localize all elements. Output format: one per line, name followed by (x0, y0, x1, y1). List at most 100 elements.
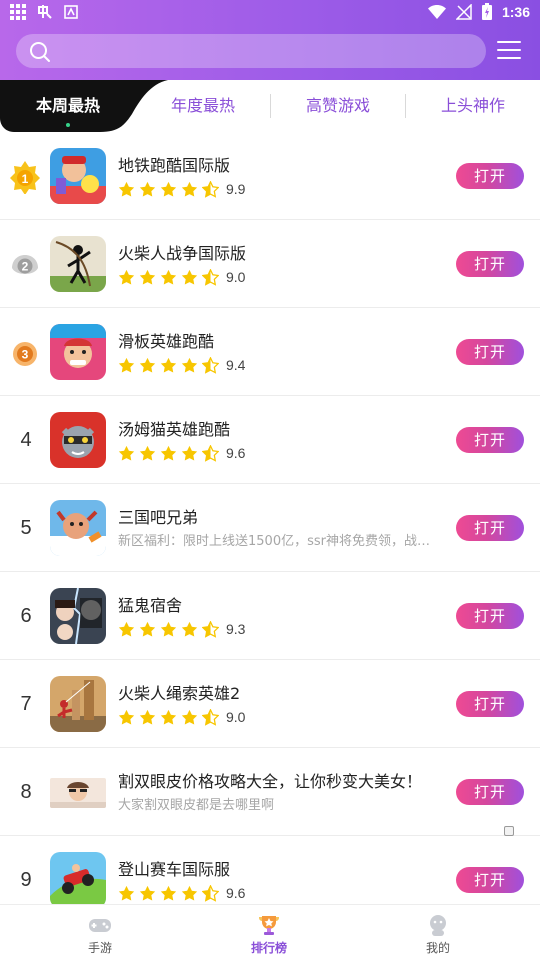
star-icon (181, 709, 198, 725)
grid-notification-icon (10, 4, 26, 20)
rating-value: 9.9 (226, 181, 246, 197)
nav-rankings[interactable]: 排行榜 (209, 905, 329, 960)
star-icon (139, 621, 156, 637)
rank-number: 7 (20, 693, 32, 715)
open-button[interactable]: 打开 (456, 691, 524, 717)
list-item-ad[interactable]: 8 割双眼皮价格攻略大全，让你秒变大美女！ 大家割双眼皮都是去哪里啊 打开 (0, 748, 540, 836)
open-button[interactable]: 打开 (456, 163, 524, 189)
app-icon-subway-surf[interactable] (50, 324, 106, 380)
star-icon (181, 357, 198, 373)
rating-stars: 9.3 (118, 620, 245, 638)
star-icon (139, 269, 156, 285)
half-star-icon (202, 180, 219, 198)
app-name: 火柴人战争国际版 (118, 244, 247, 263)
tab-top-rated[interactable]: 高赞游戏 (271, 80, 405, 132)
list-item[interactable]: 4 汤姆猫英雄跑酷 9.6 打开 (0, 396, 540, 484)
silver-medal-icon: 2 (12, 255, 38, 274)
open-button[interactable]: 打开 (456, 779, 524, 805)
star-icon (160, 181, 177, 197)
status-time: 1:36 (501, 3, 530, 20)
rank-number: 5 (20, 517, 32, 539)
ad-thumbnail-image[interactable] (50, 778, 106, 808)
list-item[interactable]: 7 火柴人绳索英雄2 9.0 打开 (0, 660, 540, 748)
bottom-navigation: 手游 排行榜 我的 (0, 904, 540, 960)
open-button[interactable]: 打开 (456, 867, 524, 893)
no-signal-icon (455, 3, 472, 20)
list-item[interactable]: 2 火柴人战争国际版 9.0 打开 (0, 220, 540, 308)
nav-mobile-games[interactable]: 手游 (40, 905, 160, 960)
category-tabs: 本周最热 年度最热 高赞游戏 上头神作 (0, 80, 540, 132)
star-icon (181, 181, 198, 197)
bug-notification-icon (36, 4, 54, 20)
rating-value: 9.3 (226, 621, 246, 637)
app-icon-stick-war[interactable] (50, 236, 106, 292)
half-star-icon (202, 356, 219, 374)
rating-value: 9.0 (226, 269, 246, 285)
open-button[interactable]: 打开 (456, 603, 524, 629)
tab-addictive[interactable]: 上头神作 (406, 80, 540, 132)
star-icon (139, 357, 156, 373)
rating-stars: 9.9 (118, 180, 245, 198)
bronze-medal-icon: 3 (13, 342, 37, 366)
list-item[interactable]: 3 滑板英雄跑酷 9.4 打开 (0, 308, 540, 396)
rating-stars: 9.0 (118, 268, 245, 286)
menu-icon[interactable] (497, 41, 521, 63)
rank-number: 9 (20, 869, 32, 891)
app-icon-ghost-dorm[interactable] (50, 588, 106, 644)
app-icon-stickman-rope-hero[interactable] (50, 676, 106, 732)
rating-stars: 9.6 (118, 884, 245, 902)
star-icon (118, 357, 135, 373)
app-header: 1:36 (0, 0, 540, 80)
star-icon (139, 709, 156, 725)
star-icon (118, 269, 135, 285)
ad-marker-icon[interactable] (504, 826, 514, 836)
star-icon (139, 885, 156, 901)
star-icon (181, 885, 198, 901)
app-icon-hill-climb-racing[interactable] (50, 852, 106, 904)
star-icon (118, 445, 135, 461)
battery-charging-icon (481, 3, 492, 20)
app-icon-subway-surfers[interactable] (50, 148, 106, 204)
nav-profile[interactable]: 我的 (378, 905, 498, 960)
app-icon-three-kingdoms[interactable] (50, 500, 106, 556)
star-icon (118, 709, 135, 725)
star-icon (181, 621, 198, 637)
nav-label: 手游 (87, 941, 112, 955)
star-icon (160, 357, 177, 373)
rating-value: 9.6 (226, 445, 246, 461)
app-description: 新区福利：限时上线送1500亿，ssr神将免费领，战… (118, 534, 430, 549)
ranking-list: 1 地铁跑酷国际版 9.9 打开 2 火柴人战争国际版 9.0 打开 3 滑板英… (0, 132, 540, 904)
app-name: 滑板英雄跑酷 (118, 332, 215, 351)
open-button[interactable]: 打开 (456, 515, 524, 541)
rank-number: 6 (20, 605, 32, 627)
rating-value: 9.6 (226, 885, 246, 901)
rating-stars: 9.6 (118, 444, 245, 462)
tab-yearly-hot[interactable]: 年度最热 (136, 80, 270, 132)
search-icon[interactable] (29, 41, 51, 67)
profile-icon (430, 915, 446, 936)
half-star-icon (202, 708, 219, 726)
open-button[interactable]: 打开 (456, 251, 524, 277)
status-bar: 1:36 (0, 0, 540, 26)
star-icon (160, 445, 177, 461)
ad-description: 大家割双眼皮都是去哪里啊 (118, 798, 275, 813)
rating-stars: 9.4 (118, 356, 245, 374)
list-item[interactable]: 6 猛鬼宿舍 9.3 打开 (0, 572, 540, 660)
star-icon (160, 885, 177, 901)
open-button[interactable]: 打开 (456, 427, 524, 453)
star-icon (118, 621, 135, 637)
half-star-icon (202, 444, 219, 462)
list-item[interactable]: 9 登山赛车国际服 9.6 打开 (0, 836, 540, 904)
open-button[interactable]: 打开 (456, 339, 524, 365)
list-item[interactable]: 1 地铁跑酷国际版 9.9 打开 (0, 132, 540, 220)
ad-title: 割双眼皮价格攻略大全，让你秒变大美女！ (118, 772, 423, 791)
star-icon (160, 269, 177, 285)
wifi-icon (427, 4, 446, 19)
rating-value: 9.0 (226, 709, 246, 725)
list-item[interactable]: 5 三国吧兄弟 新区福利：限时上线送1500亿，ssr神将免费领，战… 打开 (0, 484, 540, 572)
app-name: 登山赛车国际服 (118, 860, 231, 879)
app-icon-tom-hero-dash[interactable] (50, 412, 106, 468)
half-star-icon (202, 884, 219, 902)
nav-label: 我的 (425, 941, 450, 955)
search-bar[interactable] (16, 34, 486, 68)
